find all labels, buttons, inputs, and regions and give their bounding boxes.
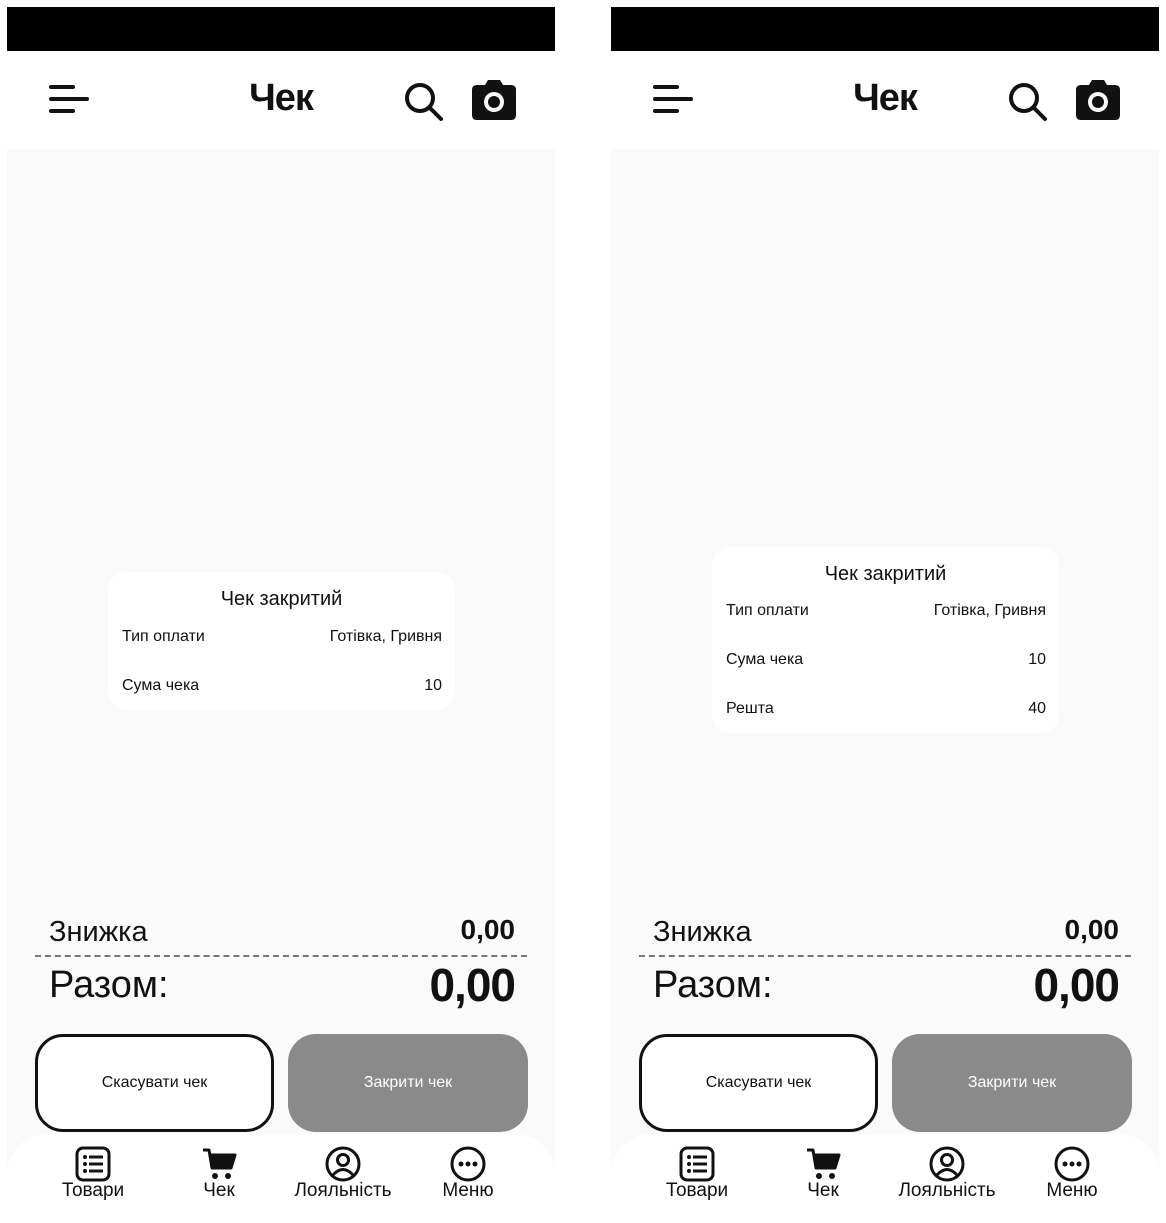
bottom-navigation: Товари Чек Лояльність Меню	[7, 1134, 555, 1223]
close-receipt-button[interactable]: Закрити чек	[892, 1034, 1132, 1132]
close-receipt-button[interactable]: Закрити чек	[288, 1034, 528, 1132]
nav-label-check: Чек	[203, 1180, 235, 1201]
change-row: Решта 40	[726, 700, 1046, 724]
discount-row: Знижка 0,00	[653, 912, 1119, 952]
nav-label-menu: Меню	[442, 1180, 494, 1201]
discount-label: Знижка	[49, 916, 148, 948]
total-row: Разом: 0,00	[49, 958, 516, 1014]
nav-item-goods[interactable]: Товари	[28, 1146, 158, 1212]
app-header: Чек	[611, 51, 1159, 149]
bottom-navigation: Товари Чек Лояльність Меню	[611, 1134, 1159, 1223]
payment-type-value: Готівка, Гривня	[329, 628, 442, 645]
payment-type-row: Тип оплати Готівка, Гривня	[122, 628, 442, 652]
dashed-divider	[35, 955, 527, 957]
search-icon[interactable]	[1007, 81, 1049, 123]
status-bar	[7, 7, 555, 51]
nav-label-loyalty: Лояльність	[898, 1180, 996, 1201]
user-circle-icon	[325, 1146, 361, 1182]
list-icon	[679, 1146, 715, 1182]
nav-label-loyalty: Лояльність	[294, 1180, 392, 1201]
cart-icon	[807, 1148, 841, 1179]
camera-icon[interactable]	[471, 79, 517, 121]
nav-label-goods: Товари	[61, 1180, 125, 1201]
status-bar	[611, 7, 1159, 51]
nav-label-goods: Товари	[665, 1180, 729, 1201]
search-icon[interactable]	[403, 81, 445, 123]
total-label: Разом:	[653, 964, 773, 1006]
user-circle-icon	[929, 1146, 965, 1182]
receipt-closed-card: Чек закритий Тип оплати Готівка, Гривня …	[108, 572, 455, 710]
total-label: Разом:	[49, 964, 169, 1006]
nav-item-menu[interactable]: Меню	[1007, 1146, 1137, 1212]
receipt-status-title: Чек закритий	[220, 588, 343, 610]
nav-item-loyalty[interactable]: Лояльність	[882, 1146, 1012, 1212]
discount-value: 0,00	[460, 914, 516, 945]
receipt-sum-label: Сума чека	[726, 651, 804, 668]
nav-item-check[interactable]: Чек	[154, 1146, 284, 1212]
payment-type-label: Тип оплати	[122, 628, 205, 645]
discount-value: 0,00	[1064, 914, 1120, 945]
phone-screen-right: Чек Чек закритий Тип оплати Готівка, Гри…	[611, 0, 1159, 1223]
dashed-divider	[639, 955, 1131, 957]
total-value: 0,00	[429, 959, 516, 1011]
receipt-sum-row: Сума чека 10	[122, 677, 442, 701]
nav-item-menu[interactable]: Меню	[403, 1146, 533, 1212]
nav-item-goods[interactable]: Товари	[632, 1146, 762, 1212]
payment-type-value: Готівка, Гривня	[933, 602, 1046, 619]
more-dots-icon	[450, 1146, 486, 1182]
nav-item-check[interactable]: Чек	[758, 1146, 888, 1212]
phone-screen-left: Чек Чек закритий Тип оплати Готівка, Гри…	[7, 0, 555, 1223]
receipt-sum-row: Сума чека 10	[726, 651, 1046, 675]
discount-label: Знижка	[653, 916, 752, 948]
cancel-receipt-button[interactable]: Скасувати чек	[35, 1034, 274, 1132]
receipt-sum-label: Сума чека	[122, 677, 200, 694]
nav-label-menu: Меню	[1046, 1180, 1098, 1201]
payment-type-row: Тип оплати Готівка, Гривня	[726, 602, 1046, 626]
discount-row: Знижка 0,00	[49, 912, 515, 952]
cancel-receipt-button[interactable]: Скасувати чек	[639, 1034, 878, 1132]
list-icon	[75, 1146, 111, 1182]
receipt-closed-card: Чек закритий Тип оплати Готівка, Гривня …	[712, 547, 1059, 733]
total-value: 0,00	[1033, 959, 1120, 1011]
change-value: 40	[1028, 700, 1046, 717]
payment-type-label: Тип оплати	[726, 602, 809, 619]
nav-item-loyalty[interactable]: Лояльність	[278, 1146, 408, 1212]
camera-icon[interactable]	[1075, 79, 1121, 121]
total-row: Разом: 0,00	[653, 958, 1120, 1014]
receipt-status-title: Чек закритий	[824, 563, 947, 585]
receipt-sum-value: 10	[1028, 651, 1046, 668]
more-dots-icon	[1054, 1146, 1090, 1182]
app-header: Чек	[7, 51, 555, 149]
cart-icon	[203, 1148, 237, 1179]
receipt-sum-value: 10	[424, 677, 442, 694]
nav-label-check: Чек	[807, 1180, 839, 1201]
change-label: Решта	[726, 700, 774, 717]
